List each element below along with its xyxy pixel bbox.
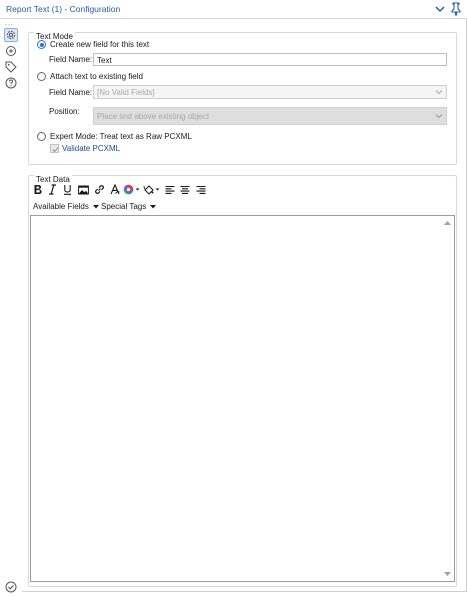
align-left-button[interactable] [164, 183, 175, 196]
position-select[interactable]: Place text above existing object [93, 107, 447, 125]
title-bar: Report Text (1) - Configuration [0, 0, 467, 19]
expert-mode-radio[interactable] [37, 132, 46, 141]
special-tags-menu[interactable]: Special Tags [101, 202, 157, 211]
grip-icon: ... [5, 20, 14, 27]
scroll-up-icon[interactable] [444, 220, 451, 226]
chevron-down-icon [435, 90, 443, 95]
align-left-icon [165, 185, 174, 194]
help-icon[interactable] [4, 76, 18, 90]
link-icon [94, 185, 104, 194]
font-icon [109, 184, 120, 195]
scroll-down-icon[interactable] [444, 571, 451, 577]
attach-field-name-value: [No Valid Fields] [97, 88, 155, 97]
checkmark-icon [52, 147, 59, 153]
bold-icon [34, 185, 42, 194]
editor-scrollbar[interactable] [442, 216, 454, 581]
highlight-icon [143, 185, 160, 195]
expert-mode-label: Expert Mode: Treat text as Raw PCXML [50, 132, 192, 141]
align-center-icon [180, 185, 189, 194]
image-icon [77, 185, 89, 194]
italic-icon [48, 184, 56, 195]
text-editor[interactable] [30, 215, 455, 582]
align-right-button[interactable] [195, 183, 206, 196]
special-tags-label: Special Tags [101, 202, 147, 211]
text-color-button[interactable] [123, 183, 141, 196]
position-label: Position: [49, 107, 80, 116]
bold-button[interactable] [32, 183, 43, 196]
left-sidebar: ... [0, 19, 22, 593]
insert-link-button[interactable] [93, 183, 105, 196]
available-fields-label: Available Fields [33, 202, 89, 211]
align-center-button[interactable] [179, 183, 190, 196]
caret-down-icon [150, 204, 157, 209]
config-gear-icon[interactable] [4, 28, 18, 42]
italic-button[interactable] [47, 183, 57, 196]
highlight-button[interactable] [143, 183, 161, 196]
create-new-field-radio[interactable] [37, 40, 46, 49]
tag-icon[interactable] [4, 60, 18, 74]
attach-text-radio[interactable] [37, 72, 46, 81]
attach-field-name-label: Field Name: [49, 88, 93, 97]
attach-text-label: Attach text to existing field [50, 72, 143, 81]
caret-down-icon [93, 204, 100, 209]
color-icon [123, 184, 140, 195]
font-button[interactable] [109, 183, 121, 196]
pin-icon[interactable] [450, 2, 462, 16]
connection-icon[interactable] [4, 44, 18, 58]
window-title: Report Text (1) - Configuration [6, 4, 121, 14]
chevron-down-icon[interactable] [434, 3, 446, 15]
underline-button[interactable] [62, 183, 72, 196]
underline-icon [63, 185, 71, 195]
field-name-input[interactable]: Text [93, 53, 447, 66]
field-name-label: Field Name: [49, 55, 93, 64]
chevron-down-icon [435, 114, 443, 119]
attach-field-name-select[interactable]: [No Valid Fields] [93, 85, 447, 99]
validate-pcxml-label: Validate PCXML [62, 144, 121, 153]
available-fields-menu[interactable]: Available Fields [33, 202, 100, 211]
insert-image-button[interactable] [77, 183, 89, 196]
align-right-icon [196, 185, 205, 194]
validate-pcxml-checkbox[interactable] [50, 144, 59, 153]
create-new-field-label: Create new field for this text [50, 40, 150, 49]
position-value: Place text above existing object [97, 112, 210, 121]
